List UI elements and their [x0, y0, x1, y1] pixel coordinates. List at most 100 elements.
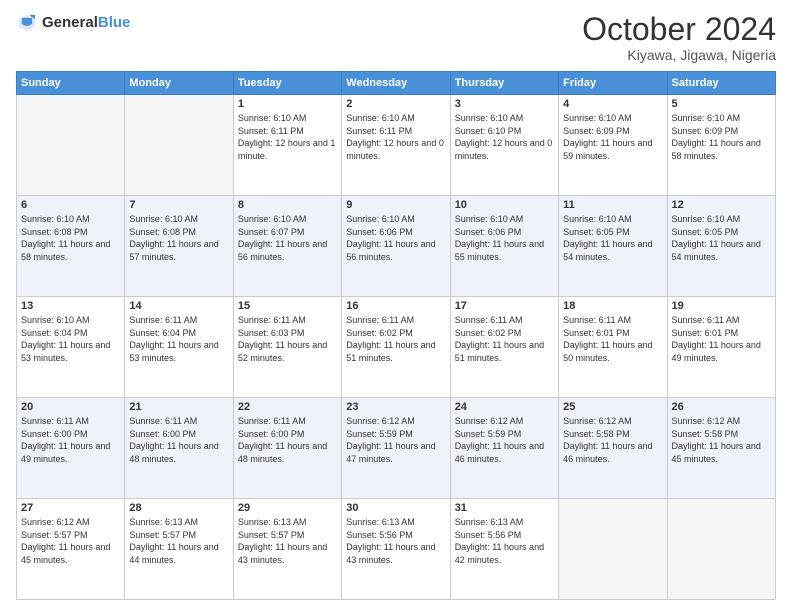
day-info: Sunrise: 6:10 AM Sunset: 6:11 PM Dayligh…: [346, 112, 445, 162]
table-row: 4 Sunrise: 6:10 AM Sunset: 6:09 PM Daylig…: [559, 95, 667, 196]
day-number: 12: [672, 199, 771, 211]
day-info: Sunrise: 6:13 AM Sunset: 5:56 PM Dayligh…: [455, 516, 554, 566]
table-row: 6 Sunrise: 6:10 AM Sunset: 6:08 PM Daylig…: [17, 196, 125, 297]
day-info: Sunrise: 6:13 AM Sunset: 5:56 PM Dayligh…: [346, 516, 445, 566]
day-info: Sunrise: 6:11 AM Sunset: 6:01 PM Dayligh…: [563, 314, 662, 364]
day-info: Sunrise: 6:10 AM Sunset: 6:07 PM Dayligh…: [238, 213, 337, 263]
day-info: Sunrise: 6:11 AM Sunset: 6:03 PM Dayligh…: [238, 314, 337, 364]
table-row: 1Sunrise: 6:10 AM Sunset: 6:11 PM Daylig…: [233, 95, 341, 196]
day-info: Sunrise: 6:12 AM Sunset: 5:57 PM Dayligh…: [21, 516, 120, 566]
day-number: 8: [238, 199, 337, 211]
day-info: Sunrise: 6:11 AM Sunset: 6:02 PM Dayligh…: [455, 314, 554, 364]
col-saturday: Saturday: [667, 72, 775, 95]
day-info: Sunrise: 6:12 AM Sunset: 5:59 PM Dayligh…: [455, 415, 554, 465]
day-number: 30: [346, 502, 445, 514]
day-number: 3: [455, 98, 554, 110]
col-wednesday: Wednesday: [342, 72, 450, 95]
table-row: 8 Sunrise: 6:10 AM Sunset: 6:07 PM Daylig…: [233, 196, 341, 297]
table-row: 24 Sunrise: 6:12 AM Sunset: 5:59 PM Dayli…: [450, 398, 558, 499]
day-info: Sunrise: 6:12 AM Sunset: 5:58 PM Dayligh…: [563, 415, 662, 465]
logo-icon: [16, 12, 38, 34]
month-title: October 2024: [582, 12, 776, 47]
calendar-row: 1Sunrise: 6:10 AM Sunset: 6:11 PM Daylig…: [17, 95, 776, 196]
header: GeneralBlue October 2024 Kiyawa, Jigawa,…: [16, 12, 776, 63]
table-row: 12Sunrise: 6:10 AM Sunset: 6:05 PM Dayli…: [667, 196, 775, 297]
day-number: 25: [563, 401, 662, 413]
table-row: 3 Sunrise: 6:10 AM Sunset: 6:10 PM Daylig…: [450, 95, 558, 196]
day-number: 9: [346, 199, 445, 211]
table-row: 21Sunrise: 6:11 AM Sunset: 6:00 PM Dayli…: [125, 398, 233, 499]
table-row: 22 Sunrise: 6:11 AM Sunset: 6:00 PM Dayli…: [233, 398, 341, 499]
day-info: Sunrise: 6:11 AM Sunset: 6:04 PM Dayligh…: [129, 314, 228, 364]
day-number: 4: [563, 98, 662, 110]
logo: GeneralBlue: [16, 12, 130, 34]
day-number: 10: [455, 199, 554, 211]
day-info: Sunrise: 6:12 AM Sunset: 5:59 PM Dayligh…: [346, 415, 445, 465]
table-row: 14 Sunrise: 6:11 AM Sunset: 6:04 PM Dayli…: [125, 297, 233, 398]
day-info: Sunrise: 6:12 AM Sunset: 5:58 PM Dayligh…: [672, 415, 771, 465]
day-number: 7: [129, 199, 228, 211]
day-info: Sunrise: 6:13 AM Sunset: 5:57 PM Dayligh…: [238, 516, 337, 566]
calendar-row: 20 Sunrise: 6:11 AM Sunset: 6:00 PM Dayli…: [17, 398, 776, 499]
calendar-row: 27Sunrise: 6:12 AM Sunset: 5:57 PM Dayli…: [17, 499, 776, 600]
calendar-row: 13Sunrise: 6:10 AM Sunset: 6:04 PM Dayli…: [17, 297, 776, 398]
day-number: 18: [563, 300, 662, 312]
day-number: 23: [346, 401, 445, 413]
day-number: 6: [21, 199, 120, 211]
day-info: Sunrise: 6:10 AM Sunset: 6:04 PM Dayligh…: [21, 314, 120, 364]
day-info: Sunrise: 6:10 AM Sunset: 6:09 PM Dayligh…: [672, 112, 771, 162]
table-row: 5Sunrise: 6:10 AM Sunset: 6:09 PM Daylig…: [667, 95, 775, 196]
day-info: Sunrise: 6:11 AM Sunset: 6:00 PM Dayligh…: [238, 415, 337, 465]
table-row: 20Sunrise: 6:11 AM Sunset: 6:00 PM Dayli…: [17, 398, 125, 499]
day-info: Sunrise: 6:10 AM Sunset: 6:09 PM Dayligh…: [563, 112, 662, 162]
day-info: Sunrise: 6:11 AM Sunset: 6:00 PM Dayligh…: [129, 415, 228, 465]
day-number: 2: [346, 98, 445, 110]
table-row: 30 Sunrise: 6:13 AM Sunset: 5:56 PM Dayli…: [342, 499, 450, 600]
table-row: 10 Sunrise: 6:10 AM Sunset: 6:06 PM Dayli…: [450, 196, 558, 297]
day-number: 24: [455, 401, 554, 413]
col-thursday: Thursday: [450, 72, 558, 95]
table-row: 28 Sunrise: 6:13 AM Sunset: 5:57 PM Dayli…: [125, 499, 233, 600]
day-number: 14: [129, 300, 228, 312]
table-row: 16Sunrise: 6:11 AM Sunset: 6:02 PM Dayli…: [342, 297, 450, 398]
col-monday: Monday: [125, 72, 233, 95]
table-row: 15 Sunrise: 6:11 AM Sunset: 6:03 PM Dayli…: [233, 297, 341, 398]
day-info: Sunrise: 6:10 AM Sunset: 6:10 PM Dayligh…: [455, 112, 554, 162]
day-number: 26: [672, 401, 771, 413]
day-number: 29: [238, 502, 337, 514]
table-row: [17, 95, 125, 196]
day-number: 20: [21, 401, 120, 413]
col-friday: Friday: [559, 72, 667, 95]
col-tuesday: Tuesday: [233, 72, 341, 95]
title-block: October 2024 Kiyawa, Jigawa, Nigeria: [582, 12, 776, 63]
day-info: Sunrise: 6:10 AM Sunset: 6:05 PM Dayligh…: [563, 213, 662, 263]
day-number: 22: [238, 401, 337, 413]
day-number: 17: [455, 300, 554, 312]
table-row: [125, 95, 233, 196]
table-row: [667, 499, 775, 600]
logo-general: General: [42, 14, 98, 31]
day-number: 11: [563, 199, 662, 211]
day-number: 15: [238, 300, 337, 312]
location-title: Kiyawa, Jigawa, Nigeria: [582, 47, 776, 63]
table-row: 29 Sunrise: 6:13 AM Sunset: 5:57 PM Dayli…: [233, 499, 341, 600]
logo-text: GeneralBlue: [42, 14, 130, 32]
day-info: Sunrise: 6:13 AM Sunset: 5:57 PM Dayligh…: [129, 516, 228, 566]
table-row: 7 Sunrise: 6:10 AM Sunset: 6:08 PM Daylig…: [125, 196, 233, 297]
table-row: 11 Sunrise: 6:10 AM Sunset: 6:05 PM Dayli…: [559, 196, 667, 297]
day-info: Sunrise: 6:10 AM Sunset: 6:08 PM Dayligh…: [129, 213, 228, 263]
calendar: Sunday Monday Tuesday Wednesday Thursday…: [16, 71, 776, 600]
calendar-header-row: Sunday Monday Tuesday Wednesday Thursday…: [17, 72, 776, 95]
day-number: 16: [346, 300, 445, 312]
logo-blue: Blue: [98, 14, 131, 31]
col-sunday: Sunday: [17, 72, 125, 95]
day-info: Sunrise: 6:10 AM Sunset: 6:08 PM Dayligh…: [21, 213, 120, 263]
table-row: 23 Sunrise: 6:12 AM Sunset: 5:59 PM Dayli…: [342, 398, 450, 499]
table-row: 9Sunrise: 6:10 AM Sunset: 6:06 PM Daylig…: [342, 196, 450, 297]
page: GeneralBlue October 2024 Kiyawa, Jigawa,…: [0, 0, 792, 612]
table-row: 2 Sunrise: 6:10 AM Sunset: 6:11 PM Daylig…: [342, 95, 450, 196]
day-info: Sunrise: 6:10 AM Sunset: 6:06 PM Dayligh…: [455, 213, 554, 263]
table-row: 19Sunrise: 6:11 AM Sunset: 6:01 PM Dayli…: [667, 297, 775, 398]
day-number: 19: [672, 300, 771, 312]
day-number: 28: [129, 502, 228, 514]
